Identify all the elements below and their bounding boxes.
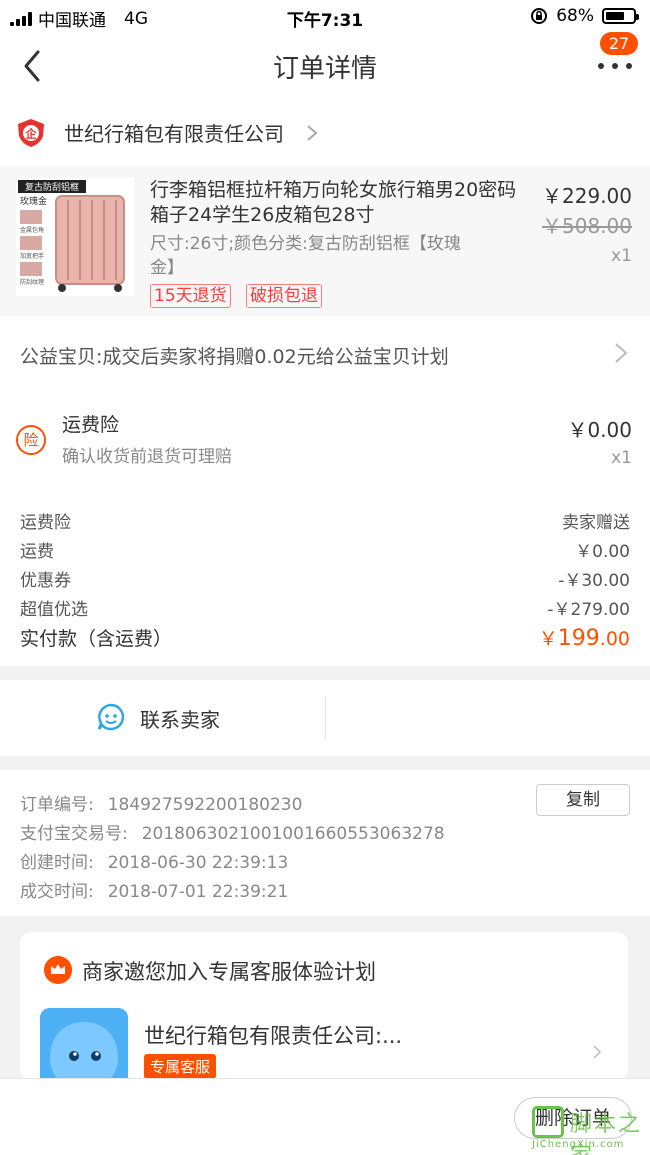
shipping-insurance: 险 运费险 确认收货前退货可理赔 ￥0.00 x1 <box>0 392 650 488</box>
fee-value: -￥279.00 <box>547 600 630 620</box>
divider <box>325 696 326 740</box>
return-tag: 15天退货 <box>150 284 231 308</box>
notification-badge: 27 <box>600 32 638 55</box>
charity-row[interactable]: 公益宝贝:成交后卖家将捐赠0.02元给公益宝贝计划 <box>0 316 650 392</box>
mascot-icon <box>40 1008 128 1082</box>
fee-label: 运费 <box>20 542 54 562</box>
suitcase-image: 复古防刮铝框 玫瑰金 金属包角 加宽把手 防刮纹理 <box>16 178 134 296</box>
store-header[interactable]: 企 世纪行箱包有限责任公司 <box>0 100 650 166</box>
battery-icon <box>602 8 639 24</box>
watermark: 脚本之家 JiChengXin.com <box>520 1102 650 1155</box>
info-label: 订单编号: <box>20 795 94 815</box>
info-value: 2018-07-01 22:39:21 <box>107 882 289 902</box>
info-label: 成交时间: <box>20 882 94 902</box>
thumb-tag: 复古防刮铝框 <box>25 181 79 193</box>
total-int: 199 <box>557 626 600 651</box>
rotation-lock-icon <box>531 8 548 24</box>
status-bar: 中国联通 4G 下午7:31 68% <box>0 0 650 32</box>
fee-label: 优惠券 <box>20 571 71 591</box>
total-label: 实付款（含运费） <box>20 628 173 650</box>
thumb-feature: 防刮纹理 <box>20 278 44 286</box>
insurance-price: ￥0.00 <box>567 418 632 442</box>
fee-label: 超值优选 <box>20 600 88 620</box>
page-title: 订单详情 <box>272 54 377 84</box>
insurance-qty: x1 <box>611 448 632 468</box>
crown-icon <box>44 956 72 984</box>
watermark-url: JiChengXin.com <box>532 1139 625 1150</box>
nav-bar: 订单详情 27 <box>0 32 650 100</box>
contact-seller-button[interactable]: 联系卖家 <box>140 704 220 733</box>
insurance-desc: 确认收货前退货可理赔 <box>62 447 232 467</box>
fee-label: 运费险 <box>20 513 71 533</box>
fee-value: ￥0.00 <box>575 542 630 562</box>
more-icon[interactable] <box>598 60 632 72</box>
total-amount: ￥199.00 <box>539 624 630 651</box>
contact-bar: 联系卖家 <box>0 680 650 756</box>
svg-text:企: 企 <box>25 127 38 141</box>
order-info: 订单编号: 184927592200180230 支付宝交易号: 201806302… <box>0 770 650 916</box>
service-invite-card[interactable]: 商家邀您加入专属客服体验计划 世纪行箱包有限责任公司:... 专属客服 <box>20 932 628 1082</box>
product-thumbnail[interactable]: 复古防刮铝框 玫瑰金 金属包角 加宽把手 防刮纹理 <box>16 178 134 296</box>
info-value: 2018063021001001660553063278 <box>141 824 445 844</box>
service-store-name: 世纪行箱包有限责任公司:... <box>144 1024 403 1048</box>
product-price: ￥229.00 <box>542 184 632 208</box>
service-tag: 专属客服 <box>144 1054 217 1079</box>
store-name: 世纪行箱包有限责任公司 <box>64 122 284 146</box>
insurance-icon: 险 <box>16 425 46 455</box>
insurance-title: 运费险 <box>62 414 120 436</box>
watermark-logo-icon <box>532 1106 564 1138</box>
service-avatar <box>40 1008 128 1082</box>
battery-percent: 68% <box>556 6 594 26</box>
product-spec: 尺寸:26寸;颜色分类:复古防刮铝框【玫瑰金】 <box>150 234 461 278</box>
chevron-right-icon <box>593 1045 602 1059</box>
info-value: 184927592200180230 <box>107 795 303 815</box>
chevron-right-icon <box>615 343 628 363</box>
info-label: 支付宝交易号: <box>20 824 128 844</box>
damage-tag: 破损包退 <box>246 284 322 308</box>
chat-icon[interactable] <box>96 702 126 732</box>
total-currency: ￥ <box>538 628 558 650</box>
fee-value: -￥30.00 <box>558 571 630 591</box>
thumb-feature: 加宽把手 <box>20 252 44 260</box>
completed-time-row: 成交时间: 2018-07-01 22:39:21 <box>20 877 288 902</box>
product-item[interactable]: 复古防刮铝框 玫瑰金 金属包角 加宽把手 防刮纹理 行李箱铝框拉杆箱万向轮女旅行… <box>0 166 650 316</box>
thumb-feature: 金属包角 <box>20 226 44 234</box>
invite-heading: 商家邀您加入专属客服体验计划 <box>82 960 376 984</box>
original-price: ￥508.00 <box>542 214 632 238</box>
total-dec: .00 <box>599 628 630 650</box>
alipay-number-row: 支付宝交易号: 2018063021001001660553063278 <box>20 819 445 844</box>
info-label: 创建时间: <box>20 853 94 873</box>
product-qty: x1 <box>611 246 632 266</box>
store-logo-icon: 企 <box>18 119 44 147</box>
product-title[interactable]: 行李箱铝框拉杆箱万向轮女旅行箱男20密码箱子24学生26皮箱包28寸 <box>150 178 520 228</box>
charity-text: 公益宝贝:成交后卖家将捐赠0.02元给公益宝贝计划 <box>20 346 449 368</box>
order-number-row: 订单编号: 184927592200180230 <box>20 790 302 815</box>
info-value: 2018-06-30 22:39:13 <box>107 853 289 873</box>
copy-button[interactable]: 复制 <box>536 784 630 816</box>
fee-summary: 运费险 卖家赠送 运费 ￥0.00 优惠券 -￥30.00 超值优选 -￥279… <box>0 488 650 666</box>
chevron-right-icon <box>307 125 318 141</box>
thumb-sub: 玫瑰金 <box>20 195 47 207</box>
fee-value: 卖家赠送 <box>562 513 630 533</box>
created-time-row: 创建时间: 2018-06-30 22:39:13 <box>20 848 288 873</box>
